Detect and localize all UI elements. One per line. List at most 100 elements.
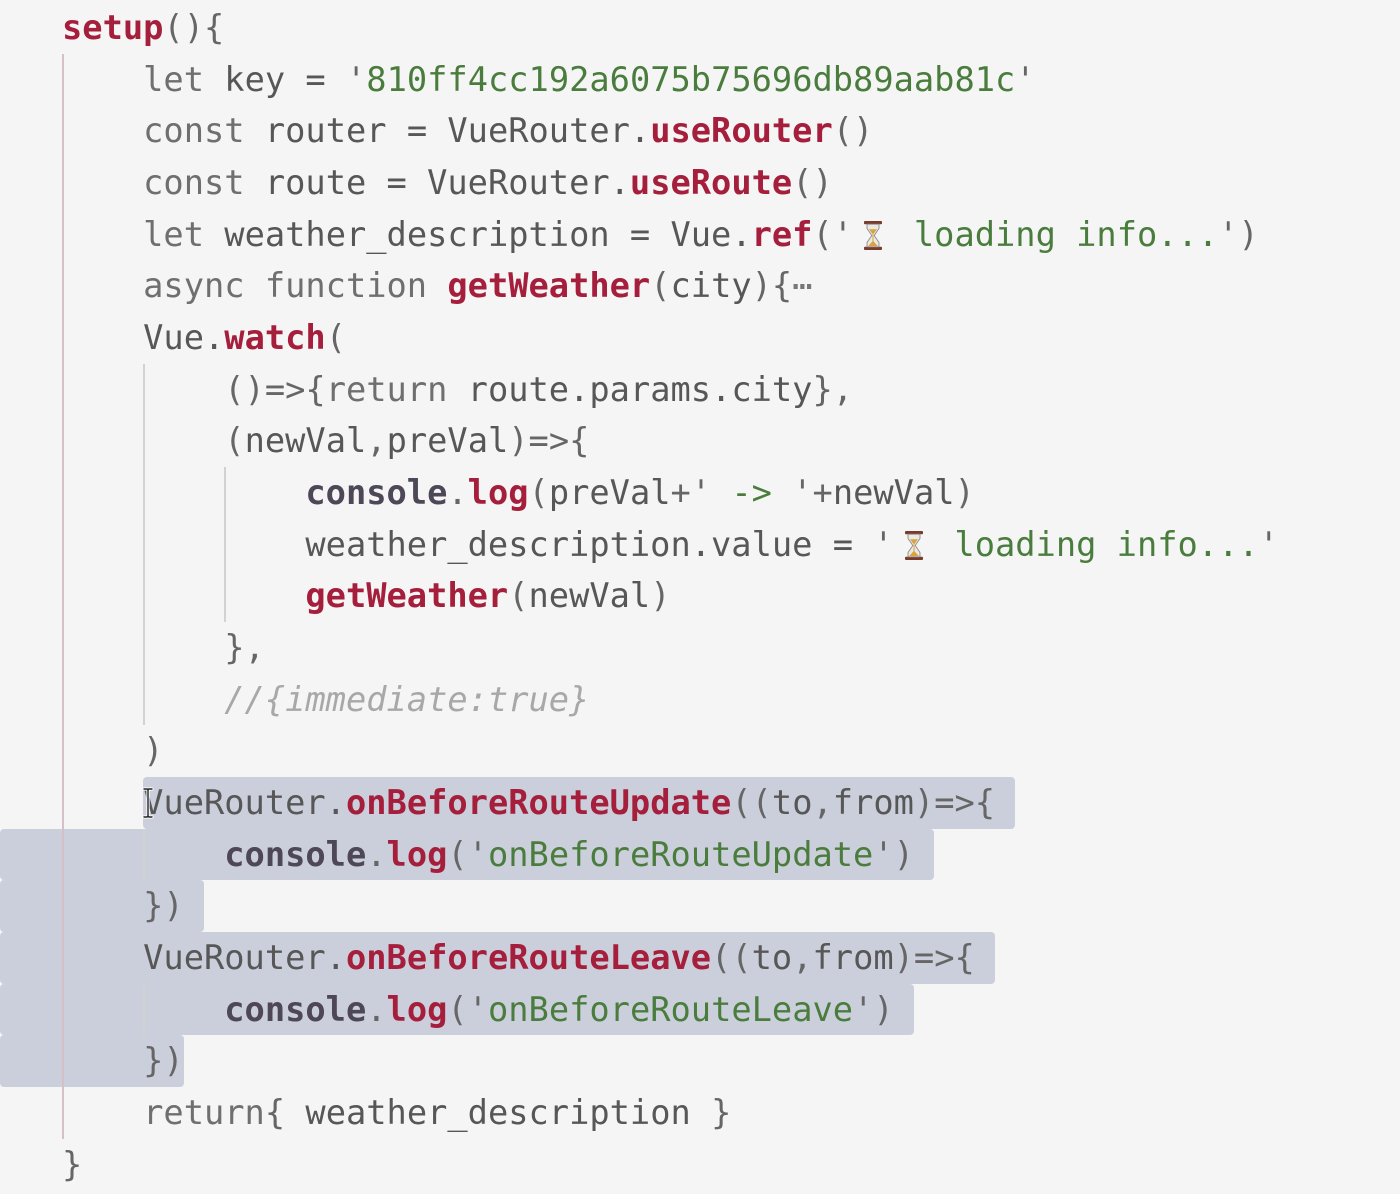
code-line[interactable]: VueRouter.onBeforeRouteUpdate((to,from)=…: [0, 777, 1400, 829]
code-line[interactable]: VueRouter.onBeforeRouteLeave((to,from)=>…: [0, 932, 1400, 984]
comment-token: //{immediate:true}: [224, 679, 590, 719]
code-text: console.log(preVal+' -> '+newVal): [62, 473, 975, 513]
code-text: ()=>{return route.params.city},: [62, 370, 853, 409]
identifier-token: preVal: [386, 421, 509, 461]
code-line[interactable]: Vue.watch(: [0, 312, 1400, 364]
code-line[interactable]: }: [0, 1139, 1400, 1191]
identifier-token: from: [812, 938, 894, 978]
code-text: },: [62, 628, 265, 667]
fold-ellipsis-button[interactable]: ⋯: [792, 266, 812, 305]
indentation: [62, 111, 143, 150]
indentation: [62, 421, 224, 460]
code-line[interactable]: ()=>{return route.params.city},: [0, 363, 1400, 416]
punctuation-token: .: [366, 834, 387, 874]
code-line[interactable]: ): [0, 725, 1400, 778]
code-line[interactable]: const router = VueRouter.useRouter(): [0, 105, 1400, 158]
code-line[interactable]: return{ weather_description }: [0, 1087, 1400, 1139]
punctuation-token: ((: [731, 783, 772, 823]
identifier-token: router = VueRouter.: [244, 111, 651, 151]
punctuation-token: )=>{: [893, 938, 975, 978]
string-literal-token: onBeforeRouteUpdate: [487, 834, 874, 874]
punctuation-token: {: [264, 1093, 306, 1133]
punctuation-token: +': [670, 473, 712, 513]
punctuation-token: ': [873, 524, 894, 564]
code-text: let key = '810ff4cc192a6075b75696db89aab…: [62, 59, 1035, 99]
punctuation-token: ((: [711, 938, 752, 978]
indentation: [62, 835, 224, 874]
indentation: [62, 473, 305, 512]
code-text: let weather_description = Vue.ref(' load…: [62, 215, 1259, 254]
punctuation-token: (': [812, 214, 854, 254]
code-line[interactable]: }): [0, 1035, 1400, 1088]
keyword-token: async function: [143, 266, 448, 306]
code-editor[interactable]: setup(){ let key = '810ff4cc192a6075b756…: [0, 2, 1400, 1192]
indentation: [62, 731, 143, 770]
code-line[interactable]: async function getWeather(city){⋯: [0, 260, 1400, 313]
code-line[interactable]: const route = VueRouter.useRoute(): [0, 157, 1400, 209]
punctuation-token: (): [832, 111, 874, 151]
punctuation-token: ): [954, 473, 975, 513]
punctuation-token: ,: [792, 938, 813, 978]
function-name-token: onBeforeRouteLeave: [345, 938, 712, 978]
code-line[interactable]: }): [0, 880, 1400, 933]
keyword-token: return: [325, 369, 448, 409]
indentation: [62, 266, 143, 305]
punctuation-token: ': [345, 59, 367, 99]
string-literal-token: loading info...: [934, 524, 1259, 564]
identifier-token: weather_description: [305, 1093, 691, 1133]
punctuation-token: (': [447, 989, 488, 1029]
identifier-token: to: [751, 938, 793, 978]
punctuation-token: ': [1258, 524, 1279, 564]
code-text: }): [62, 886, 184, 925]
code-line[interactable]: getWeather(newVal): [0, 570, 1400, 623]
code-text: async function getWeather(city){⋯: [62, 266, 812, 306]
punctuation-token: '): [853, 989, 894, 1029]
string-literal-token: 810ff4cc192a6075b75696db89aab81c: [366, 59, 1016, 99]
identifier-token: weather_description = Vue.: [204, 214, 752, 254]
punctuation-token: (: [528, 473, 549, 513]
code-line[interactable]: setup(){: [0, 2, 1400, 54]
punctuation-token: }): [143, 886, 184, 926]
hourglass-icon: [853, 219, 894, 253]
punctuation-token: .: [366, 989, 387, 1029]
code-line[interactable]: let key = '810ff4cc192a6075b75696db89aab…: [0, 53, 1400, 106]
punctuation-token: },: [224, 628, 265, 668]
code-text: getWeather(newVal): [62, 576, 671, 616]
punctuation-token: ,: [366, 421, 387, 461]
punctuation-token: ): [650, 576, 671, 616]
code-line[interactable]: console.log('onBeforeRouteUpdate'): [0, 828, 1400, 881]
hourglass-icon: [894, 529, 935, 563]
identifier-token: route = VueRouter.: [244, 163, 630, 203]
code-text: return{ weather_description }: [62, 1093, 731, 1132]
punctuation-token: ){: [751, 266, 793, 306]
function-name-token: getWeather: [447, 266, 651, 306]
indentation: [62, 1041, 143, 1080]
indentation: [62, 370, 224, 409]
code-line[interactable]: console.log(preVal+' -> '+newVal): [0, 467, 1400, 519]
string-literal-token: loading info...: [893, 214, 1219, 254]
code-line[interactable]: //{immediate:true}: [0, 673, 1400, 726]
punctuation-token: '): [1218, 214, 1259, 254]
identifier-token: VueRouter.: [143, 783, 346, 823]
text-cursor-icon: [142, 787, 154, 819]
code-line[interactable]: (newVal,preVal)=>{: [0, 415, 1400, 468]
code-line[interactable]: weather_description.value = ' loading in…: [0, 518, 1400, 571]
punctuation-token: .: [447, 473, 468, 513]
punctuation-token: (): [792, 163, 833, 203]
console-object-token: console: [305, 473, 448, 513]
code-line[interactable]: let weather_description = Vue.ref(' load…: [0, 208, 1400, 261]
identifier-token: newVal: [832, 473, 955, 513]
string-literal-token: ->: [711, 473, 793, 513]
function-name-token: useRouter: [650, 111, 833, 151]
code-text: }): [62, 1041, 184, 1080]
code-text: (newVal,preVal)=>{: [62, 421, 589, 460]
console-object-token: console: [224, 989, 367, 1029]
indentation: [62, 1093, 143, 1132]
code-line[interactable]: },: [0, 622, 1400, 674]
code-line[interactable]: console.log('onBeforeRouteLeave'): [0, 983, 1400, 1036]
string-literal-token: onBeforeRouteLeave: [487, 989, 854, 1029]
punctuation-token: }: [62, 1144, 83, 1184]
punctuation-token: )=>{: [913, 783, 996, 823]
code-text: //{immediate:true}: [62, 680, 589, 719]
indentation: [62, 783, 143, 822]
